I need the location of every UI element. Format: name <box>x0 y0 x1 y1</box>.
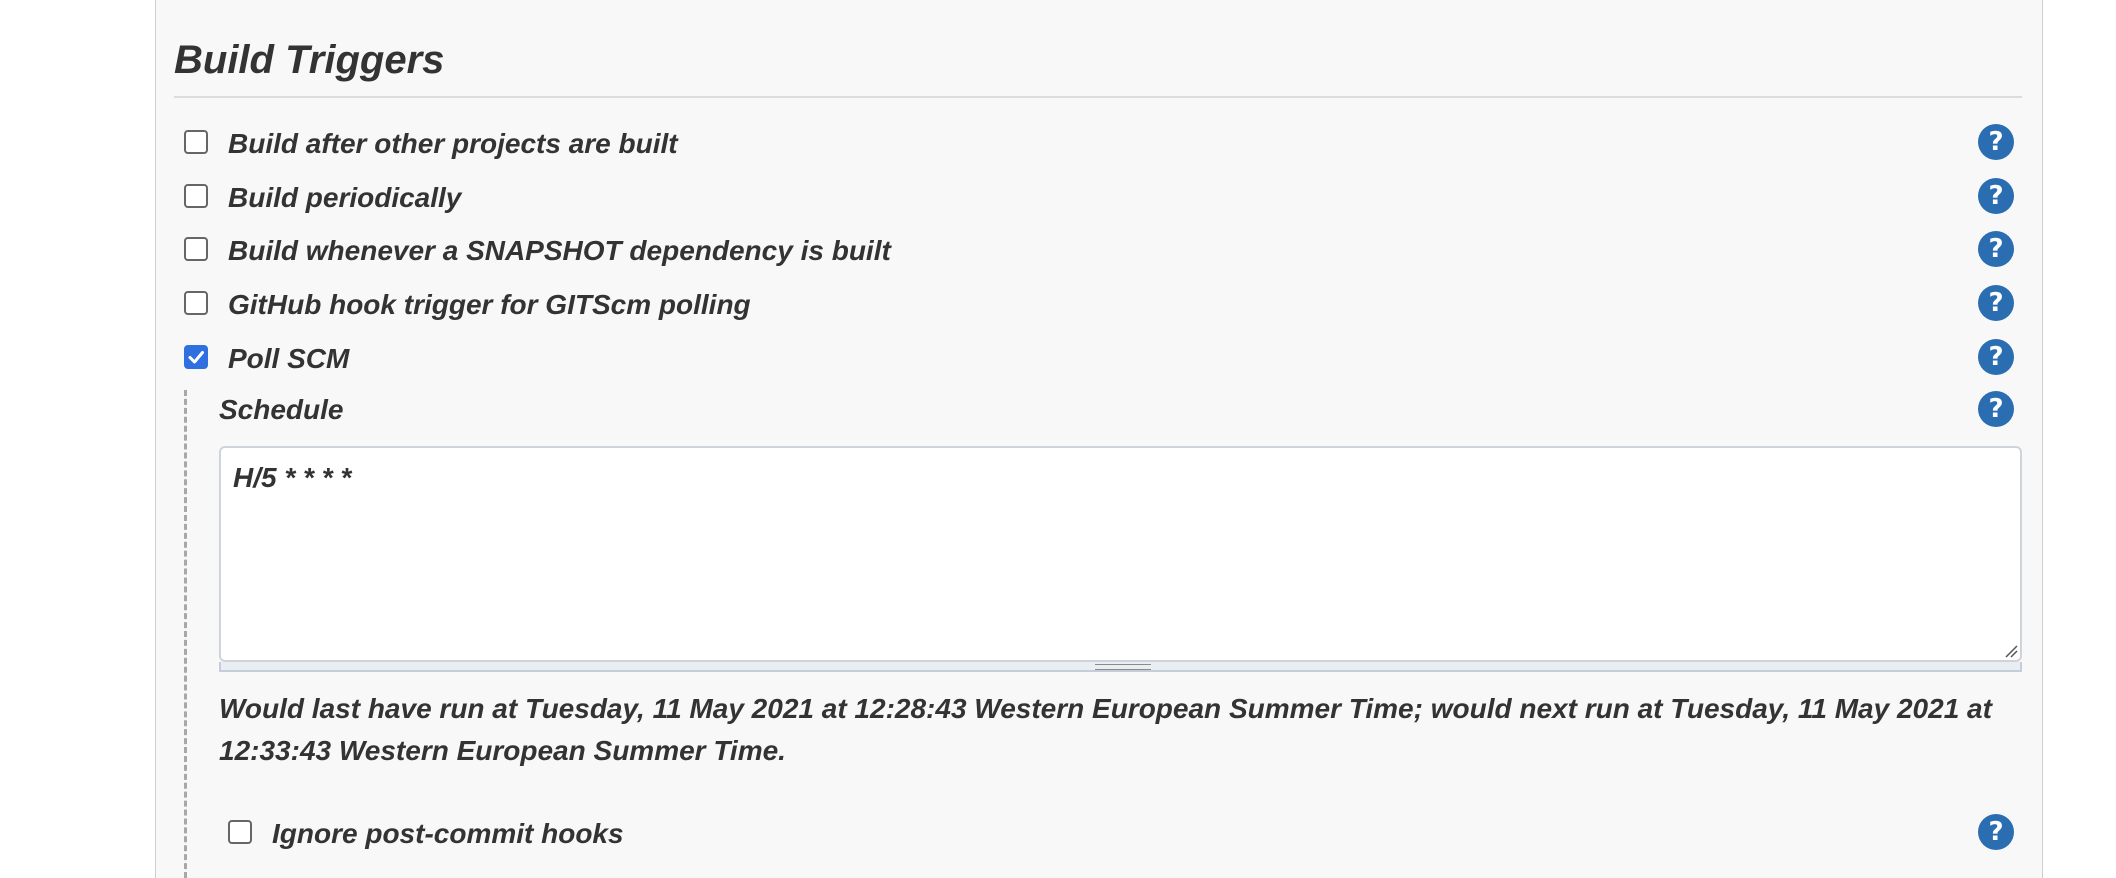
help-icon[interactable]: ? <box>1978 285 2014 321</box>
resize-handle-icon[interactable] <box>1095 664 1151 670</box>
build-after-other-projects-checkbox[interactable] <box>184 130 208 154</box>
ignore-post-commit-hooks-checkbox[interactable] <box>228 820 252 844</box>
help-icon[interactable]: ? <box>1978 814 2014 850</box>
trigger-build-after-other-projects: Build after other projects are built <box>184 124 2012 164</box>
build-periodically-checkbox[interactable] <box>184 184 208 208</box>
resize-grip-icon[interactable] <box>2002 642 2018 658</box>
help-icon[interactable]: ? <box>1978 231 2014 267</box>
help-icon[interactable]: ? <box>1978 339 2014 375</box>
section-divider <box>174 96 2022 98</box>
trigger-build-periodically: Build periodically <box>184 178 2012 218</box>
trigger-label[interactable]: Build periodically <box>228 182 461 214</box>
nested-section-indicator <box>184 390 187 878</box>
checkmark-icon <box>188 351 204 364</box>
schedule-label: Schedule <box>219 394 344 425</box>
trigger-label[interactable]: GitHub hook trigger for GITScm polling <box>228 289 751 321</box>
ignore-post-commit-hooks-label[interactable]: Ignore post-commit hooks <box>272 818 624 850</box>
trigger-github-hook: GitHub hook trigger for GITScm polling <box>184 285 2012 325</box>
help-icon[interactable]: ? <box>1978 124 2014 160</box>
trigger-poll-scm: Poll SCM <box>184 339 2012 379</box>
schedule-value: H/5 * * * * <box>233 462 352 493</box>
trigger-label[interactable]: Build whenever a SNAPSHOT dependency is … <box>228 235 891 267</box>
schedule-textarea[interactable]: H/5 * * * * <box>219 446 2022 662</box>
textarea-resize-bar[interactable] <box>219 662 2022 672</box>
snapshot-dependency-checkbox[interactable] <box>184 237 208 261</box>
github-hook-checkbox[interactable] <box>184 291 208 315</box>
trigger-label[interactable]: Build after other projects are built <box>228 128 678 160</box>
help-icon[interactable]: ? <box>1978 391 2014 427</box>
trigger-snapshot-dependency: Build whenever a SNAPSHOT dependency is … <box>184 231 2012 271</box>
help-icon[interactable]: ? <box>1978 178 2014 214</box>
schedule-info-text: Would last have run at Tuesday, 11 May 2… <box>219 693 1992 766</box>
trigger-label[interactable]: Poll SCM <box>228 343 349 375</box>
section-title: Build Triggers <box>174 38 445 82</box>
ignore-post-commit-hooks-row: Ignore post-commit hooks <box>228 814 2012 854</box>
poll-scm-checkbox[interactable] <box>184 345 208 369</box>
